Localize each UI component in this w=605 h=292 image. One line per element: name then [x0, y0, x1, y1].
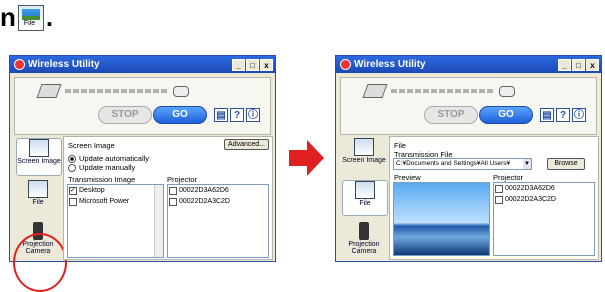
- projector-label: Projector: [167, 175, 198, 184]
- wireless-utility-window-screen-image: Wireless Utility _ □ x STOP GO ▤ ? ⓘ Scr…: [9, 55, 276, 292]
- list-item[interactable]: ✓ Desktop: [68, 185, 163, 196]
- stop-button[interactable]: STOP: [98, 106, 152, 124]
- heading-dot: .: [45, 2, 54, 32]
- radio-update-automatically[interactable]: Update automatically: [68, 154, 149, 164]
- document-icon[interactable]: ▤: [214, 108, 228, 122]
- screen-image-icon: [29, 139, 49, 157]
- next-step-arrow-icon: [289, 140, 324, 176]
- panel-title: Screen Image: [68, 141, 115, 150]
- sidebar-item-screen-image[interactable]: Screen Image: [342, 138, 386, 174]
- stop-button[interactable]: STOP: [424, 106, 478, 124]
- list-item[interactable]: 00022D3A62D6: [168, 185, 268, 196]
- access-point-icon: [173, 85, 189, 97]
- connection-panel: STOP GO ▤ ? ⓘ: [14, 77, 271, 135]
- transmission-image-list[interactable]: ✓ Desktop Microsoft Power: [67, 184, 164, 258]
- section-heading: n File .: [0, 2, 53, 33]
- info-icon[interactable]: ⓘ: [246, 108, 260, 122]
- signal-bar: [65, 89, 167, 93]
- screen-image-icon: [354, 138, 374, 156]
- signal-bar: [391, 89, 493, 93]
- list-item[interactable]: 00022D2A3C2D: [494, 194, 594, 205]
- highlight-circle: [13, 233, 67, 292]
- help-icon[interactable]: ?: [230, 108, 244, 122]
- radio-update-manually[interactable]: Update manually: [68, 163, 135, 173]
- projector-list[interactable]: 00022D3A62D6 00022D2A3C2D: [493, 182, 595, 256]
- file-icon: File: [17, 4, 44, 31]
- browse-button[interactable]: Browse: [547, 158, 585, 170]
- preview-label: Preview: [394, 173, 421, 182]
- chevron-down-icon[interactable]: ▼: [523, 159, 531, 169]
- sidebar-item-file[interactable]: File: [16, 180, 60, 214]
- info-icon[interactable]: ⓘ: [572, 108, 586, 122]
- access-point-icon: [499, 85, 515, 97]
- heading-text: n: [0, 2, 16, 32]
- sidebar-item-projection-camera[interactable]: Projection Camera: [342, 222, 386, 256]
- go-button[interactable]: GO: [153, 106, 207, 124]
- panel-title: File: [394, 141, 407, 150]
- file-icon: [28, 180, 48, 198]
- projector-list[interactable]: 00022D3A62D6 00022D2A3C2D: [167, 184, 269, 258]
- signal-indicator: [36, 84, 189, 98]
- minimize-button[interactable]: _: [558, 58, 571, 71]
- list-item[interactable]: 00022D2A3C2D: [168, 196, 268, 207]
- title-bar: Wireless Utility _ □ x: [336, 56, 601, 73]
- camera-icon: [359, 222, 369, 240]
- close-button[interactable]: x: [260, 58, 273, 71]
- title-bar: Wireless Utility _ □ x: [10, 56, 275, 73]
- preview-image: [393, 182, 490, 256]
- go-button[interactable]: GO: [479, 106, 533, 124]
- connection-panel: STOP GO ▤ ? ⓘ: [340, 77, 597, 135]
- file-path-select[interactable]: C:¥Documents and Settings¥All Users¥ ▼: [393, 158, 532, 170]
- window-title: Wireless Utility: [354, 59, 426, 70]
- help-icon[interactable]: ?: [556, 108, 570, 122]
- document-icon[interactable]: ▤: [540, 108, 554, 122]
- file-panel: File Transmission File C:¥Documents and …: [389, 136, 599, 260]
- list-item[interactable]: 00022D3A62D6: [494, 183, 594, 194]
- screen-image-panel: Screen Image Advanced... Update automati…: [63, 136, 273, 260]
- scrollbar[interactable]: [154, 185, 163, 257]
- app-logo-icon: [340, 59, 351, 70]
- projector-label: Projector: [493, 173, 524, 182]
- laptop-icon: [36, 84, 62, 98]
- maximize-button[interactable]: □: [572, 58, 585, 71]
- app-logo-icon: [14, 59, 25, 70]
- sidebar-item-screen-image[interactable]: Screen Image: [16, 138, 62, 176]
- laptop-icon: [362, 84, 388, 98]
- window-title: Wireless Utility: [28, 59, 100, 70]
- signal-indicator: [362, 84, 515, 98]
- sidebar-item-file[interactable]: File: [342, 180, 388, 216]
- maximize-button[interactable]: □: [246, 58, 259, 71]
- sidebar: Screen Image File Projection Camera: [340, 136, 388, 258]
- advanced-button[interactable]: Advanced...: [224, 139, 269, 150]
- minimize-button[interactable]: _: [232, 58, 245, 71]
- list-item[interactable]: Microsoft Power: [68, 196, 163, 207]
- close-button[interactable]: x: [586, 58, 599, 71]
- wireless-utility-window-file: Wireless Utility _ □ x STOP GO ▤ ? ⓘ Scr…: [335, 55, 602, 262]
- file-icon: [355, 181, 375, 199]
- transmission-image-label: Transmission Image: [68, 175, 136, 184]
